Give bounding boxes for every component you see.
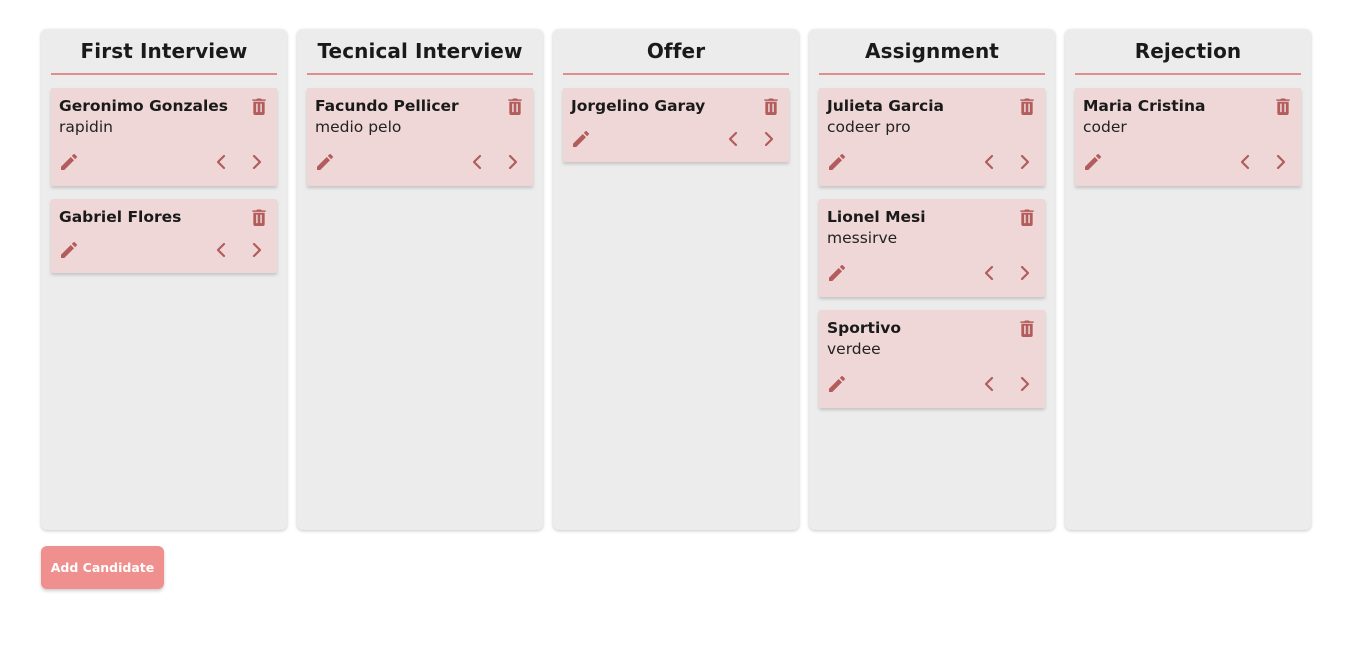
chevron-left-icon[interactable] [979, 152, 999, 172]
column-first-interview: First Interview Geronimo Gonzales rapidi… [41, 29, 287, 530]
chevron-left-icon[interactable] [1235, 152, 1255, 172]
chevron-right-icon[interactable] [503, 152, 523, 172]
card-actions [827, 138, 1037, 186]
column-offer: Offer Jorgelino Garay [553, 29, 799, 530]
card-actions [827, 249, 1037, 297]
move-controls [211, 152, 269, 172]
chevron-left-icon[interactable] [467, 152, 487, 172]
card-list: Julieta Garcia codeer pro Lionel Mesi me… [819, 75, 1045, 408]
card-actions [827, 360, 1037, 408]
move-controls [1235, 152, 1293, 172]
add-candidate-button[interactable]: Add Candidate [41, 546, 164, 589]
candidate-role: codeer pro [827, 118, 911, 136]
kanban-board: First Interview Geronimo Gonzales rapidi… [41, 29, 1311, 530]
candidate-name: Lionel Mesi [827, 208, 926, 226]
candidate-card: Lionel Mesi messirve [819, 199, 1045, 297]
chevron-left-icon[interactable] [211, 152, 231, 172]
pencil-icon[interactable] [59, 240, 79, 260]
candidate-card: Julieta Garcia codeer pro [819, 88, 1045, 186]
move-controls [979, 263, 1037, 283]
card-actions [315, 138, 525, 186]
move-controls [979, 374, 1037, 394]
move-controls [211, 240, 269, 260]
trash-icon[interactable] [250, 208, 268, 226]
column-title: Rejection [1075, 29, 1301, 75]
candidate-card: Maria Cristina coder [1075, 88, 1301, 186]
pencil-icon[interactable] [315, 152, 335, 172]
card-list: Geronimo Gonzales rapidin Gabriel Flores [51, 75, 277, 273]
candidate-card: Facundo Pellicer medio pelo [307, 88, 533, 186]
candidate-role: messirve [827, 229, 898, 247]
column-title: First Interview [51, 29, 277, 75]
trash-icon[interactable] [762, 97, 780, 115]
card-list: Jorgelino Garay [563, 75, 789, 162]
trash-icon[interactable] [506, 97, 524, 115]
candidate-card: Sportivo verdee [819, 310, 1045, 408]
column-title: Tecnical Interview [307, 29, 533, 75]
chevron-left-icon[interactable] [211, 240, 231, 260]
candidate-role: medio pelo [315, 118, 402, 136]
pencil-icon[interactable] [827, 374, 847, 394]
pencil-icon[interactable] [827, 152, 847, 172]
column-assignment: Assignment Julieta Garcia codeer pro Lio… [809, 29, 1055, 530]
pencil-icon[interactable] [827, 263, 847, 283]
chevron-left-icon[interactable] [979, 374, 999, 394]
chevron-right-icon[interactable] [1015, 263, 1035, 283]
pencil-icon[interactable] [571, 129, 591, 149]
move-controls [979, 152, 1037, 172]
candidate-card: Geronimo Gonzales rapidin [51, 88, 277, 186]
card-actions [59, 138, 269, 186]
trash-icon[interactable] [1018, 319, 1036, 337]
candidate-name: Maria Cristina [1083, 97, 1206, 115]
candidate-role: verdee [827, 340, 881, 358]
column-rejection: Rejection Maria Cristina coder [1065, 29, 1311, 530]
card-actions [59, 227, 269, 273]
card-list: Maria Cristina coder [1075, 75, 1301, 186]
candidate-name: Geronimo Gonzales [59, 97, 229, 115]
move-controls [467, 152, 525, 172]
chevron-right-icon[interactable] [759, 129, 779, 149]
trash-icon[interactable] [250, 97, 268, 115]
move-controls [723, 129, 781, 149]
candidate-name: Julieta Garcia [827, 97, 944, 115]
chevron-right-icon[interactable] [247, 240, 267, 260]
candidate-name: Jorgelino Garay [571, 97, 706, 115]
candidate-name: Gabriel Flores [59, 208, 182, 226]
candidate-role: coder [1083, 118, 1127, 136]
candidate-card: Gabriel Flores [51, 199, 277, 273]
candidate-card: Jorgelino Garay [563, 88, 789, 162]
candidate-role: rapidin [59, 118, 113, 136]
candidate-name: Facundo Pellicer [315, 97, 459, 115]
chevron-right-icon[interactable] [1015, 152, 1035, 172]
candidate-name: Sportivo [827, 319, 902, 337]
card-actions [1083, 138, 1293, 186]
chevron-left-icon[interactable] [979, 263, 999, 283]
pencil-icon[interactable] [59, 152, 79, 172]
card-actions [571, 116, 781, 162]
column-tecnical-interview: Tecnical Interview Facundo Pellicer medi… [297, 29, 543, 530]
column-title: Offer [563, 29, 789, 75]
trash-icon[interactable] [1018, 208, 1036, 226]
trash-icon[interactable] [1018, 97, 1036, 115]
chevron-right-icon[interactable] [247, 152, 267, 172]
card-list: Facundo Pellicer medio pelo [307, 75, 533, 186]
column-title: Assignment [819, 29, 1045, 75]
trash-icon[interactable] [1274, 97, 1292, 115]
pencil-icon[interactable] [1083, 152, 1103, 172]
chevron-left-icon[interactable] [723, 129, 743, 149]
chevron-right-icon[interactable] [1271, 152, 1291, 172]
chevron-right-icon[interactable] [1015, 374, 1035, 394]
